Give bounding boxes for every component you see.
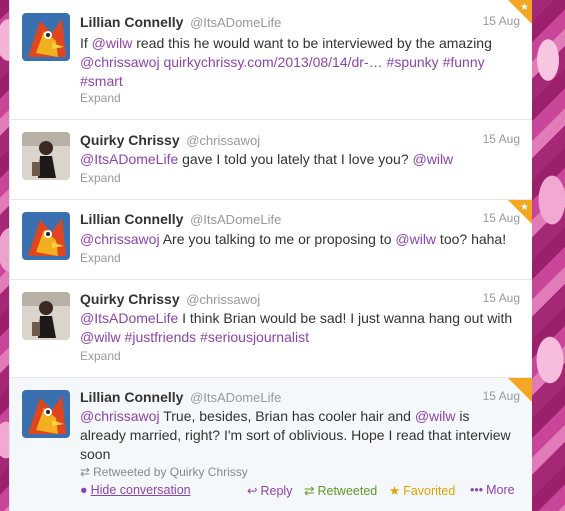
- tweet-text-segment: too? haha!: [436, 231, 507, 247]
- hashtag-link[interactable]: #seriousjournalist: [200, 329, 309, 345]
- tweet[interactable]: Quirky Chrissy @chrissawoj 15 Aug @ItsAD…: [10, 120, 532, 200]
- tweet-focused[interactable]: Lillian Connelly @ItsADomeLife 15 Aug @c…: [10, 378, 532, 511]
- mention-link[interactable]: @chrissawoj: [80, 54, 160, 70]
- author-username[interactable]: @ItsADomeLife: [190, 390, 281, 405]
- author-username[interactable]: @ItsADomeLife: [190, 15, 281, 30]
- tweet-text-segment: True, besides, Brian has cooler hair and: [159, 408, 415, 424]
- expand-link[interactable]: Expand: [80, 171, 121, 185]
- favorited-button[interactable]: ★ Favorited: [389, 483, 455, 498]
- star-icon: ★: [520, 2, 529, 13]
- hashtag-link[interactable]: #smart: [80, 73, 123, 89]
- mention-link[interactable]: @wilw: [80, 329, 121, 345]
- author-username[interactable]: @chrissawoj: [186, 292, 260, 307]
- author-username[interactable]: @chrissawoj: [186, 133, 260, 148]
- retweet-favorite-corner-badge: [508, 378, 532, 402]
- avatar[interactable]: [22, 390, 70, 438]
- star-icon: ★: [520, 202, 529, 213]
- mention-link[interactable]: @chrissawoj: [80, 231, 160, 247]
- mention-link[interactable]: @ItsADomeLife: [80, 310, 178, 326]
- retweet-icon: ⇄: [80, 465, 91, 479]
- favorite-corner-badge: ★: [508, 200, 532, 224]
- tweet-text: If @wilw read this he would want to be i…: [80, 34, 518, 91]
- reply-icon: ↩: [247, 484, 258, 498]
- author-name[interactable]: Quirky Chrissy: [80, 132, 180, 148]
- avatar[interactable]: [22, 13, 70, 61]
- more-button[interactable]: ••• More: [470, 483, 515, 497]
- speech-bubble-icon: ●: [80, 483, 88, 497]
- retweeted-by-label: Retweeted by Quirky Chrissy: [93, 465, 248, 479]
- mention-link[interactable]: @wilw: [415, 408, 456, 424]
- tweet-text: @chrissawoj Are you talking to me or pro…: [80, 230, 518, 249]
- mention-link[interactable]: @ItsADomeLife: [80, 151, 178, 167]
- expand-link[interactable]: Expand: [80, 349, 121, 363]
- retweeted-by: ⇄ Retweeted by Quirky Chrissy: [80, 465, 248, 479]
- url-link[interactable]: quirkychrissy.com/2013/08/14/dr-…: [163, 54, 382, 70]
- avatar[interactable]: [22, 212, 70, 260]
- avatar[interactable]: [22, 132, 70, 180]
- hide-conversation-link[interactable]: ● Hide conversation: [80, 483, 191, 497]
- mention-link[interactable]: @chrissawoj: [80, 408, 160, 424]
- tweet-text: @ItsADomeLife gave I told you lately tha…: [80, 150, 518, 169]
- tweet-text-segment: I think Brian would be sad! I just wanna…: [178, 310, 513, 326]
- tweet[interactable]: Lillian Connelly @ItsADomeLife 15 Aug @c…: [10, 200, 532, 280]
- mention-link[interactable]: @wilw: [92, 35, 133, 51]
- author-name[interactable]: Lillian Connelly: [80, 211, 183, 227]
- tweet-text-segment: read this he would want to be interviewe…: [132, 35, 492, 51]
- retweet-icon: ⇄: [304, 484, 315, 498]
- author-username[interactable]: @ItsADomeLife: [190, 212, 281, 227]
- conversation-timeline: Lillian Connelly @ItsADomeLife 15 Aug If…: [9, 0, 532, 511]
- tweet-date[interactable]: 15 Aug: [483, 132, 520, 146]
- expand-link[interactable]: Expand: [80, 91, 121, 105]
- tweet[interactable]: Lillian Connelly @ItsADomeLife 15 Aug If…: [10, 0, 532, 120]
- reply-button[interactable]: ↩ Reply: [247, 483, 292, 498]
- favorite-corner-badge: ★: [508, 0, 532, 24]
- tweet-text-segment: Are you talking to me or proposing to: [159, 231, 396, 247]
- tweet[interactable]: Quirky Chrissy @chrissawoj 15 Aug @ItsAD…: [10, 280, 532, 378]
- mention-link[interactable]: @wilw: [395, 231, 436, 247]
- mention-link[interactable]: @wilw: [413, 151, 454, 167]
- hashtag-link[interactable]: #funny: [443, 54, 485, 70]
- expand-link[interactable]: Expand: [80, 251, 121, 265]
- author-name[interactable]: Lillian Connelly: [80, 14, 183, 30]
- tweet-date[interactable]: 15 Aug: [483, 291, 520, 305]
- hashtag-link[interactable]: #justfriends: [125, 329, 197, 345]
- author-name[interactable]: Lillian Connelly: [80, 389, 183, 405]
- retweeted-button[interactable]: ⇄ Retweeted: [304, 483, 377, 498]
- avatar[interactable]: [22, 292, 70, 340]
- hashtag-link[interactable]: #spunky: [387, 54, 439, 70]
- more-icon: •••: [470, 483, 484, 497]
- star-icon: ★: [389, 484, 401, 498]
- tweet-text: @ItsADomeLife I think Brian would be sad…: [80, 309, 518, 347]
- tweet-text-segment: gave I told you lately that I love you?: [178, 151, 413, 167]
- tweet-text: @chrissawoj True, besides, Brian has coo…: [80, 407, 518, 464]
- tweet-text-segment: If: [80, 35, 92, 51]
- author-name[interactable]: Quirky Chrissy: [80, 291, 180, 307]
